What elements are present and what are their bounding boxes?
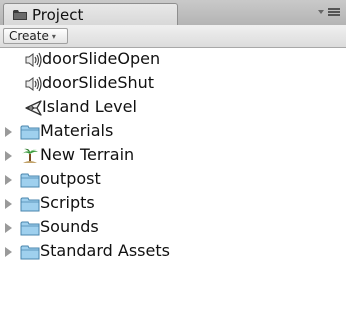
item-label: doorSlideShut [42,73,155,92]
project-toolbar: Create ▾ [0,25,346,48]
tab-title: Project [32,6,84,24]
chevron-down-icon: ▾ [51,32,56,41]
item-label: Scripts [40,193,95,212]
foldout-arrow-icon[interactable] [5,151,12,161]
item-label: New Terrain [40,145,135,164]
list-item-island-level[interactable]: Island Level [0,96,346,120]
list-item-doorslideopen[interactable]: doorSlideOpen [0,48,346,72]
folder-icon [20,221,40,236]
project-panel: Project Create ▾ doorSlideOpen doorSlide… [0,0,346,325]
list-item-doorslideshut[interactable]: doorSlideShut [0,72,346,96]
unity-scene-icon [25,100,42,116]
foldout-arrow-icon[interactable] [5,199,12,209]
create-dropdown-button[interactable]: Create ▾ [3,28,68,44]
foldout-arrow-icon[interactable] [5,247,12,257]
item-label: Standard Assets [40,241,170,260]
audio-clip-icon [25,52,42,68]
item-label: Island Level [42,97,137,116]
asset-list: doorSlideOpen doorSlideShut Island Level [0,48,346,264]
list-item-outpost[interactable]: outpost [0,168,346,192]
list-item-sounds[interactable]: Sounds [0,216,346,240]
folder-icon [20,197,40,212]
item-label: Sounds [40,217,99,236]
list-item-materials[interactable]: Materials [0,120,346,144]
item-label: Materials [40,121,114,140]
list-item-new-terrain[interactable]: New Terrain [0,144,346,168]
terrain-icon [22,148,38,163]
list-item-scripts[interactable]: Scripts [0,192,346,216]
audio-clip-icon [25,76,42,92]
list-item-standard-assets[interactable]: Standard Assets [0,240,346,264]
foldout-arrow-icon[interactable] [5,223,12,233]
create-label: Create [9,29,49,43]
folder-icon [20,125,40,140]
tab-strip: Project [0,0,346,26]
item-label: outpost [40,169,101,188]
item-label: doorSlideOpen [42,49,161,68]
folder-icon [20,245,40,260]
panel-menu-icon[interactable] [318,6,342,18]
folder-icon [13,10,27,20]
tab-project[interactable]: Project [3,3,178,25]
folder-icon [20,173,40,188]
foldout-arrow-icon[interactable] [5,175,12,185]
foldout-arrow-icon[interactable] [5,127,12,137]
